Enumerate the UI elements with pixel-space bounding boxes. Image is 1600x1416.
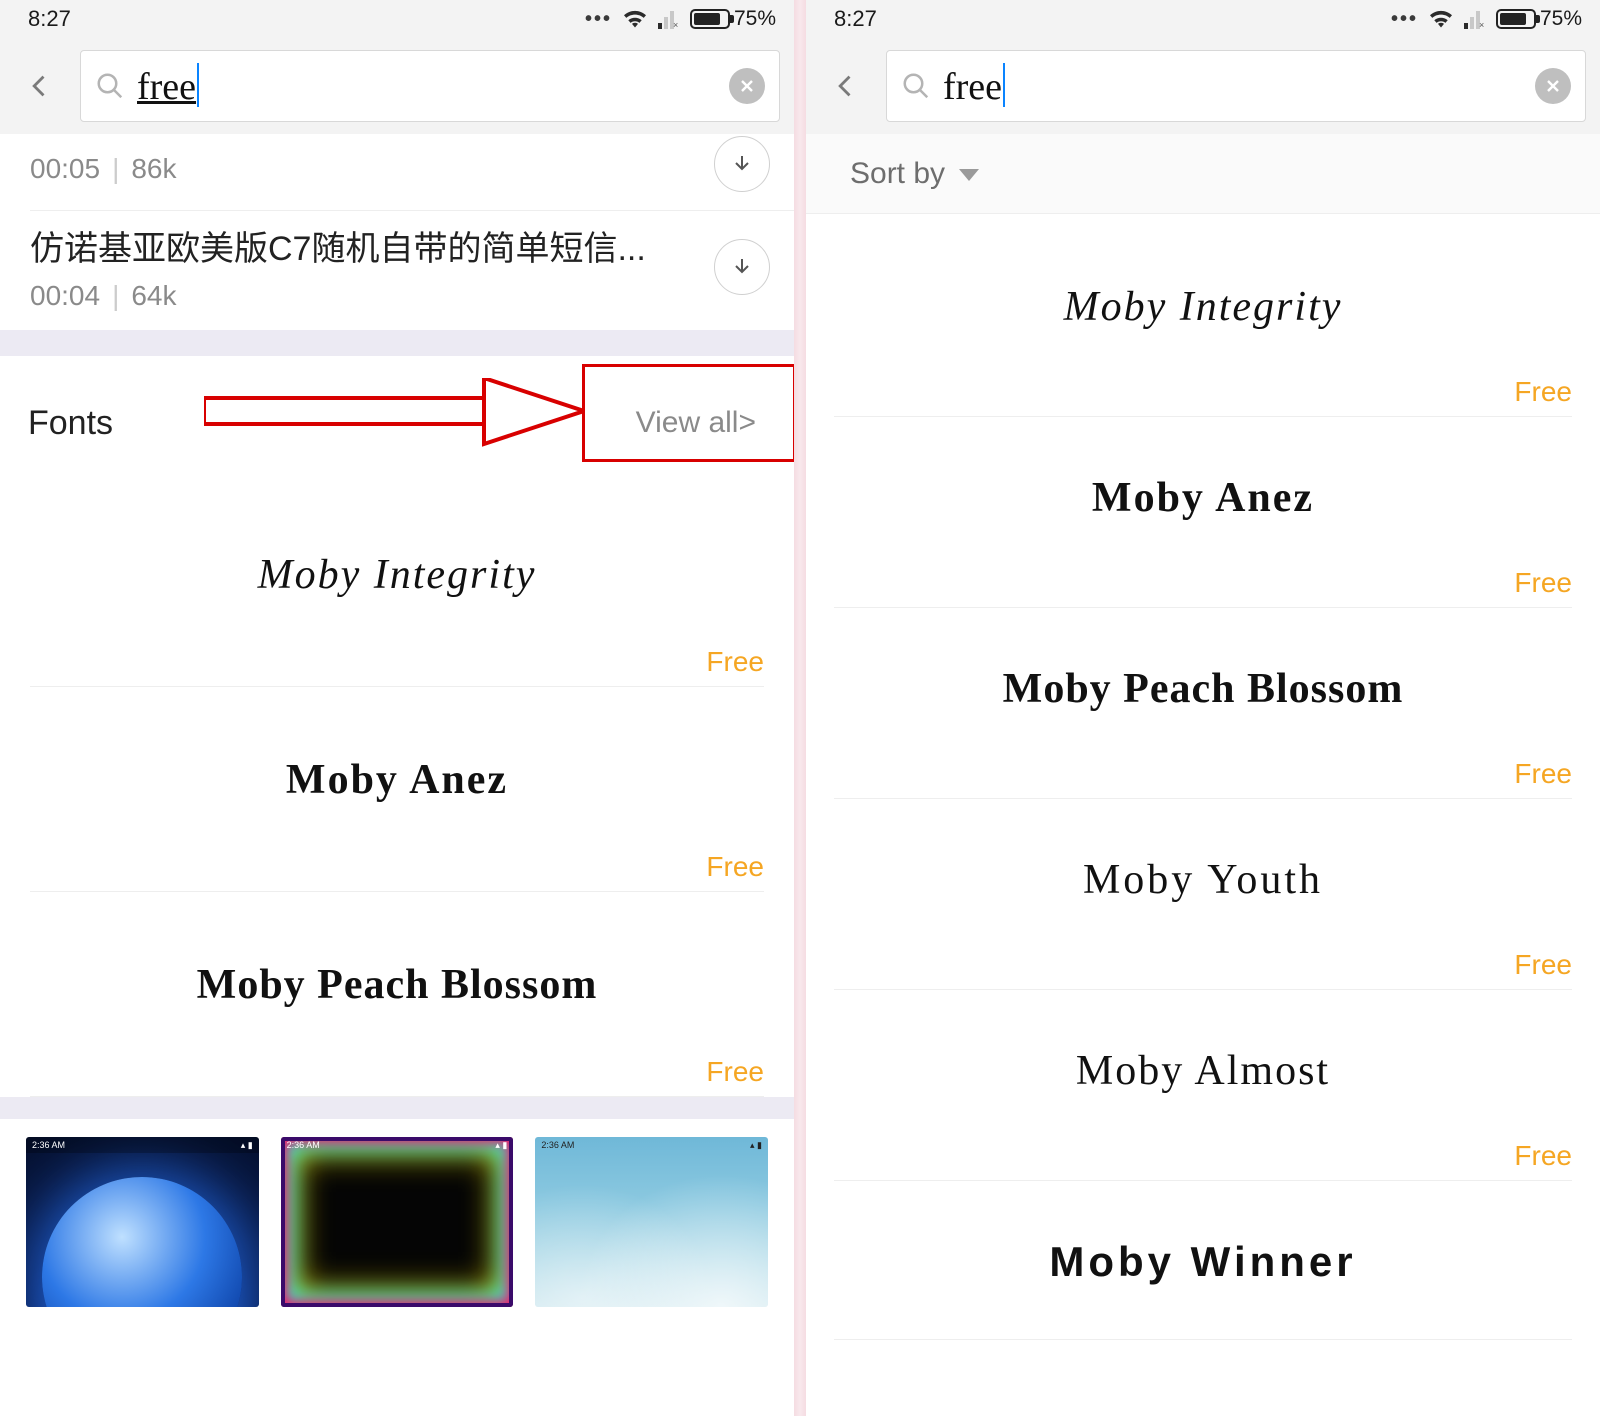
fonts-label: Fonts <box>28 404 113 443</box>
font-price: Free <box>834 758 1572 798</box>
search-header: free <box>0 38 794 134</box>
right-screen: 8:27 ••• × 75% free <box>806 0 1600 1416</box>
font-preview: Moby Youth <box>834 845 1572 915</box>
signal-icon: × <box>1464 9 1486 29</box>
theme-thumbnail[interactable]: 2:36 AM▴ ▮ <box>281 1137 514 1307</box>
ringtone-item[interactable]: 仿诺基亚欧美版C7随机自带的简单短信... 00:04|64k <box>0 211 794 330</box>
font-preview: Moby Peach Blossom <box>834 654 1572 724</box>
font-preview: Moby Peach Blossom <box>30 950 764 1020</box>
font-price: Free <box>834 376 1572 416</box>
status-time: 8:27 <box>834 6 877 32</box>
theme-thumbnail[interactable]: 2:36 AM▴ ▮ <box>535 1137 768 1307</box>
sort-by-dropdown[interactable]: Sort by <box>806 134 1600 214</box>
font-item[interactable]: Moby Integrity Free <box>806 214 1600 417</box>
font-preview: Moby Anez <box>834 463 1572 533</box>
font-item[interactable]: Moby Anez Free <box>0 687 794 892</box>
font-preview: Moby Almost <box>834 1036 1572 1106</box>
text-cursor <box>1003 63 1005 107</box>
sort-by-label: Sort by <box>850 157 945 191</box>
screenshot-divider <box>794 0 806 1416</box>
more-icon: ••• <box>585 8 612 31</box>
download-button[interactable] <box>714 136 770 192</box>
font-price <box>834 1331 1572 1339</box>
font-price: Free <box>30 851 764 891</box>
font-item[interactable]: Moby Almost Free <box>806 990 1600 1181</box>
text-cursor <box>197 63 199 107</box>
battery-percent: 75% <box>734 7 776 31</box>
clear-search-button[interactable] <box>729 68 765 104</box>
section-gap <box>0 1097 794 1119</box>
font-price: Free <box>834 567 1572 607</box>
back-button[interactable] <box>8 54 72 118</box>
section-gap <box>0 330 794 356</box>
search-query: free <box>943 63 1523 109</box>
ringtone-meta: 00:05|86k <box>30 153 714 185</box>
back-button[interactable] <box>814 54 878 118</box>
font-preview: Moby Integrity <box>834 272 1572 342</box>
battery-icon: 75% <box>690 7 776 31</box>
download-button[interactable] <box>714 239 770 295</box>
left-screen: 8:27 ••• × 75% free <box>0 0 794 1416</box>
svg-text:×: × <box>673 20 678 29</box>
status-icons: ••• × 75% <box>585 7 776 31</box>
font-item[interactable]: Moby Integrity Free <box>0 482 794 687</box>
search-query: free <box>137 63 717 109</box>
search-icon <box>901 71 931 101</box>
clear-search-button[interactable] <box>1535 68 1571 104</box>
annotation-arrow <box>204 378 584 448</box>
search-input[interactable]: free <box>886 50 1586 122</box>
status-bar: 8:27 ••• × 75% <box>806 0 1600 38</box>
search-header: free <box>806 38 1600 134</box>
more-icon: ••• <box>1391 8 1418 31</box>
svg-text:×: × <box>1479 20 1484 29</box>
font-preview: Moby Integrity <box>30 540 764 610</box>
status-time: 8:27 <box>28 6 71 32</box>
font-preview: Moby Winner <box>834 1227 1572 1297</box>
font-price: Free <box>30 646 764 686</box>
ringtone-item[interactable]: 00:05|86k <box>0 134 794 210</box>
font-price: Free <box>834 1140 1572 1180</box>
font-price: Free <box>834 949 1572 989</box>
search-icon <box>95 71 125 101</box>
search-input[interactable]: free <box>80 50 780 122</box>
caret-down-icon <box>959 157 979 191</box>
annotation-highlight-box <box>582 364 794 462</box>
status-icons: ••• × 75% <box>1391 7 1582 31</box>
wifi-icon <box>622 9 648 29</box>
font-item[interactable]: Moby Winner <box>806 1181 1600 1340</box>
battery-percent: 75% <box>1540 7 1582 31</box>
theme-thumbnails: 2:36 AM▴ ▮ 2:36 AM▴ ▮ 2:36 AM▴ ▮ <box>0 1119 794 1307</box>
ringtone-meta: 00:04|64k <box>30 280 714 312</box>
font-price: Free <box>30 1056 764 1096</box>
fonts-section-header: Fonts View all> <box>0 356 794 482</box>
font-item[interactable]: Moby Anez Free <box>806 417 1600 608</box>
battery-icon: 75% <box>1496 7 1582 31</box>
font-preview: Moby Anez <box>30 745 764 815</box>
ringtone-title: 仿诺基亚欧美版C7随机自带的简单短信... <box>30 221 714 270</box>
font-item[interactable]: Moby Youth Free <box>806 799 1600 990</box>
theme-thumbnail[interactable]: 2:36 AM▴ ▮ <box>26 1137 259 1307</box>
font-item[interactable]: Moby Peach Blossom Free <box>0 892 794 1097</box>
signal-icon: × <box>658 9 680 29</box>
font-item[interactable]: Moby Peach Blossom Free <box>806 608 1600 799</box>
wifi-icon <box>1428 9 1454 29</box>
status-bar: 8:27 ••• × 75% <box>0 0 794 38</box>
